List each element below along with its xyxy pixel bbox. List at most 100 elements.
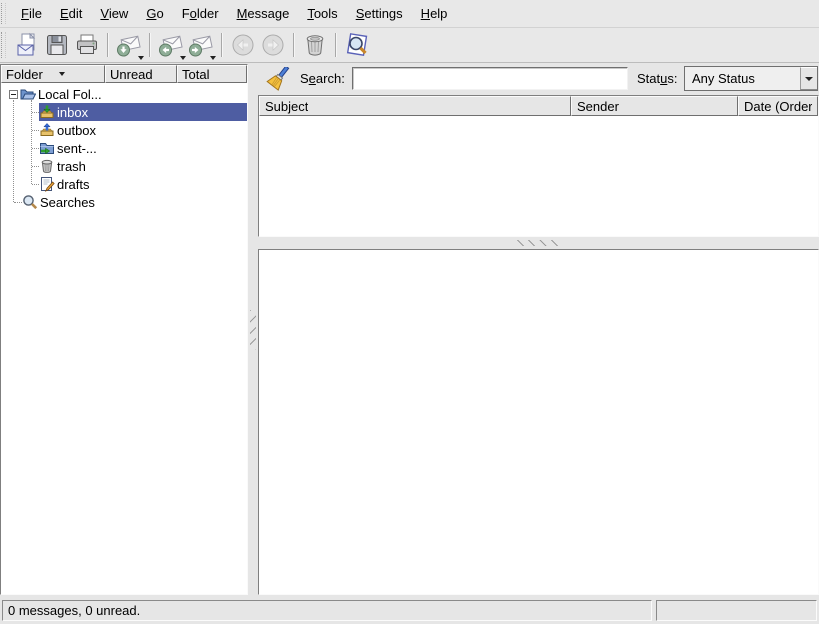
horizontal-splitter[interactable] [258,237,819,249]
subject-column-label: Subject [265,99,308,114]
status-bar: 0 messages, 0 unread. [0,597,819,624]
folder-column-label: Folder [6,67,43,82]
menu-tools[interactable]: Tools [298,2,346,25]
unread-column-header[interactable]: Unread [105,65,177,83]
folder-label: Searches [40,195,95,210]
main-area: Folder Unread Total [0,63,819,597]
print-button[interactable] [72,30,102,60]
message-preview-pane[interactable] [258,249,819,595]
previous-icon [230,32,256,58]
kmail-window: File Edit View Go Folder Message Tools S… [0,0,819,624]
inbox-icon [39,104,55,120]
menubar-grip[interactable] [1,3,6,24]
total-column-header[interactable]: Total [177,65,247,83]
total-column-label: Total [182,67,209,82]
quick-search-bar: Search: Status: Any Status [258,63,819,95]
splitter-grip[interactable] [517,240,561,246]
folder-item-trash[interactable]: trash [1,157,247,175]
toolbar-grip[interactable] [1,32,6,58]
trash-button[interactable] [300,30,330,60]
toolbar-separator [293,33,295,57]
menu-bar: File Edit View Go Folder Message Tools S… [0,0,819,28]
folder-label: trash [57,159,86,174]
save-button[interactable] [42,30,72,60]
folder-item-searches[interactable]: Searches [1,193,247,211]
status-progress-panel [656,600,817,621]
folder-label: inbox [57,105,88,120]
status-filter-value: Any Status [685,71,800,86]
reply-icon [158,32,184,58]
search-label: Search: [300,71,345,86]
folder-label: drafts [57,177,90,192]
new-message-icon [14,32,40,58]
main-toolbar [0,28,819,63]
status-filter-combobox[interactable]: Any Status [684,66,818,91]
check-mail-dropdown-arrow[interactable] [138,56,144,60]
folder-column-header[interactable]: Folder [1,65,105,83]
folder-tree: Local Fol... inbox [1,83,247,594]
forward-button[interactable] [186,30,216,60]
folder-pane: Folder Unread Total [0,64,248,595]
folder-label: outbox [57,123,96,138]
trash-folder-icon [39,158,55,174]
date-column-label: Date (Order of Arrival) [744,99,812,114]
find-messages-button[interactable] [342,30,372,60]
check-mail-button[interactable] [114,30,144,60]
sent-mail-icon [39,140,55,156]
menu-settings[interactable]: Settings [347,2,412,25]
folder-item-inbox[interactable]: inbox [1,103,247,121]
forward-dropdown-arrow[interactable] [210,56,216,60]
folder-label: Local Fol... [38,87,102,102]
message-list-body[interactable] [259,116,818,236]
toolbar-separator [221,33,223,57]
toolbar-separator [335,33,337,57]
find-icon [343,31,371,59]
menu-help[interactable]: Help [412,2,457,25]
menu-message[interactable]: Message [228,2,299,25]
message-list-header: Subject Sender Date (Order of Arrival) [259,96,818,116]
status-message-panel: 0 messages, 0 unread. [2,600,652,621]
reply-button[interactable] [156,30,186,60]
check-mail-icon [116,32,142,58]
new-message-button[interactable] [12,30,42,60]
collapse-expander-icon[interactable] [9,90,18,99]
chevron-down-icon [805,77,813,81]
subject-column-header[interactable]: Subject [259,96,571,116]
combobox-arrow-button[interactable] [800,67,817,90]
folder-label: sent-... [57,141,97,156]
next-icon [260,32,286,58]
sender-column-label: Sender [577,99,619,114]
menu-go[interactable]: Go [137,2,172,25]
outbox-icon [39,122,55,138]
menu-view[interactable]: View [91,2,137,25]
status-label: Status: [637,71,677,86]
search-input[interactable] [352,67,628,90]
broom-icon[interactable] [266,67,290,91]
menu-file[interactable]: File [12,2,51,25]
folder-item-sent-mail[interactable]: sent-... [1,139,247,157]
message-list: Subject Sender Date (Order of Arrival) [258,95,819,237]
trash-icon [302,32,328,58]
toolbar-separator [149,33,151,57]
folder-item-outbox[interactable]: outbox [1,121,247,139]
message-area: Search: Status: Any Status Subject [258,63,819,595]
vertical-splitter[interactable] [248,63,258,597]
sender-column-header[interactable]: Sender [571,96,738,116]
folder-item-drafts[interactable]: drafts [1,175,247,193]
status-message: 0 messages, 0 unread. [8,603,140,618]
searches-icon [22,194,38,210]
folder-list-header: Folder Unread Total [1,65,247,83]
folder-item-local-folders[interactable]: Local Fol... [1,85,247,103]
menu-edit[interactable]: Edit [51,2,91,25]
save-icon [44,32,70,58]
menu-folder[interactable]: Folder [173,2,228,25]
splitter-grip[interactable] [250,310,256,350]
date-column-header[interactable]: Date (Order of Arrival) [738,96,818,116]
unread-column-label: Unread [110,67,153,82]
next-message-button [258,30,288,60]
previous-message-button [228,30,258,60]
sort-descending-icon [59,72,65,76]
print-icon [74,32,100,58]
drafts-icon [39,176,55,192]
toolbar-separator [107,33,109,57]
